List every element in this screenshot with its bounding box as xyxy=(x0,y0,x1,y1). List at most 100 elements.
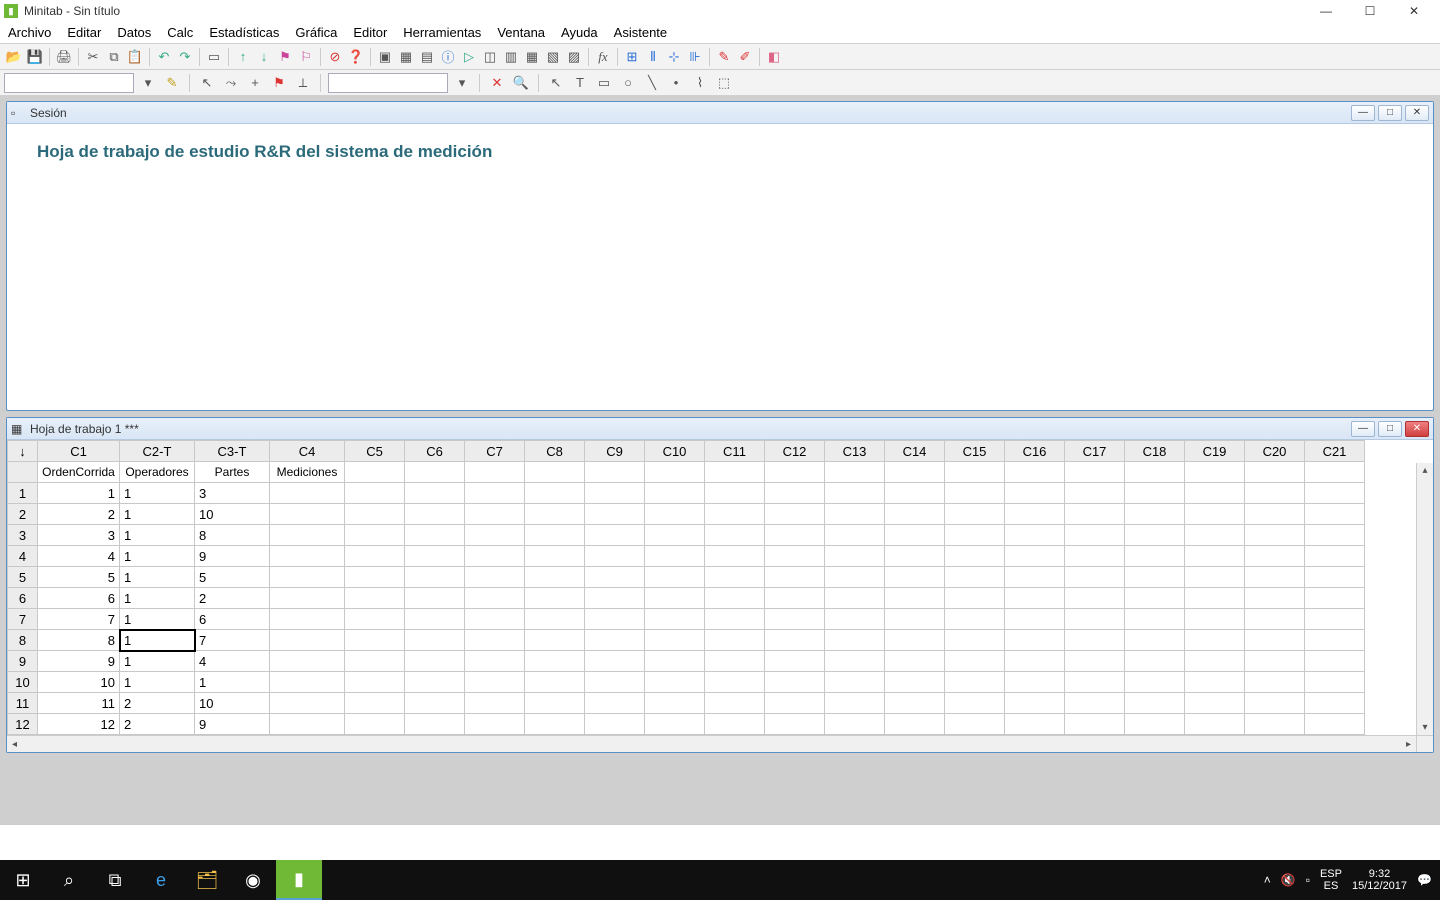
cell[interactable] xyxy=(1185,693,1245,714)
cell[interactable] xyxy=(1005,609,1065,630)
cell[interactable] xyxy=(1305,651,1365,672)
window-minimize-button[interactable]: — xyxy=(1304,0,1348,22)
cell[interactable] xyxy=(825,504,885,525)
cell[interactable] xyxy=(945,567,1005,588)
save-icon[interactable]: 💾 xyxy=(25,47,45,67)
fx-icon[interactable]: fx xyxy=(593,47,613,67)
cell[interactable] xyxy=(465,630,525,651)
cell[interactable] xyxy=(405,504,465,525)
cell[interactable] xyxy=(1185,546,1245,567)
cell[interactable] xyxy=(405,609,465,630)
cell[interactable] xyxy=(705,714,765,735)
cell[interactable] xyxy=(345,714,405,735)
cell[interactable]: 1 xyxy=(120,588,195,609)
row-header[interactable]: 4 xyxy=(8,546,38,567)
cell[interactable] xyxy=(1065,672,1125,693)
cell[interactable] xyxy=(885,483,945,504)
cell[interactable] xyxy=(270,693,345,714)
rect-icon[interactable]: ▭ xyxy=(594,73,614,93)
cell[interactable] xyxy=(525,588,585,609)
cell[interactable] xyxy=(1245,693,1305,714)
cell[interactable] xyxy=(1245,504,1305,525)
cell[interactable] xyxy=(825,525,885,546)
worksheet-close-button[interactable]: ✕ xyxy=(1405,421,1429,437)
layout1-icon[interactable]: ◫ xyxy=(480,47,500,67)
dropdown2-icon[interactable]: ▾ xyxy=(452,73,472,93)
tray-network-icon[interactable]: ▫ xyxy=(1306,873,1310,887)
cell[interactable] xyxy=(270,525,345,546)
cell[interactable] xyxy=(885,588,945,609)
menu-ventana[interactable]: Ventana xyxy=(489,23,553,42)
tray-notifications-icon[interactable]: 💬 xyxy=(1417,873,1432,887)
cell[interactable]: 8 xyxy=(195,525,270,546)
cell[interactable]: 10 xyxy=(38,672,120,693)
cell[interactable] xyxy=(705,525,765,546)
open-icon[interactable]: 📂 xyxy=(4,47,24,67)
cell[interactable] xyxy=(345,693,405,714)
cell[interactable] xyxy=(1185,588,1245,609)
cell[interactable] xyxy=(270,672,345,693)
worksheet-titlebar[interactable]: ▦ Hoja de trabajo 1 *** — □ ✕ xyxy=(7,418,1433,440)
cell[interactable] xyxy=(945,483,1005,504)
cell[interactable] xyxy=(525,693,585,714)
window-session-icon[interactable]: ▣ xyxy=(375,47,395,67)
flag-up-icon[interactable]: ⚑ xyxy=(275,47,295,67)
cell[interactable] xyxy=(270,651,345,672)
cell[interactable] xyxy=(945,693,1005,714)
cell[interactable] xyxy=(1125,504,1185,525)
cell[interactable] xyxy=(1125,672,1185,693)
worksheet-maximize-button[interactable]: □ xyxy=(1378,421,1402,437)
cell[interactable]: 1 xyxy=(120,651,195,672)
window-maximize-button[interactable]: ☐ xyxy=(1348,0,1392,22)
cell[interactable] xyxy=(1245,546,1305,567)
cell[interactable]: 6 xyxy=(195,609,270,630)
cell[interactable] xyxy=(405,630,465,651)
search-icon[interactable]: 🔍 xyxy=(511,73,531,93)
cell[interactable] xyxy=(525,714,585,735)
scroll-left-icon[interactable]: ◂ xyxy=(7,737,22,752)
cell[interactable] xyxy=(1065,651,1125,672)
stats4-icon[interactable]: ⊪ xyxy=(685,47,705,67)
menu-herramientas[interactable]: Herramientas xyxy=(395,23,489,42)
cell[interactable] xyxy=(585,567,645,588)
cell[interactable] xyxy=(645,672,705,693)
info-icon[interactable]: ⓘ xyxy=(438,47,458,67)
scroll-up-icon[interactable]: ▴ xyxy=(1418,463,1433,478)
cell[interactable] xyxy=(1125,525,1185,546)
cell[interactable] xyxy=(525,483,585,504)
cell[interactable] xyxy=(1125,588,1185,609)
cell[interactable] xyxy=(945,609,1005,630)
menu-datos[interactable]: Datos xyxy=(109,23,159,42)
cell[interactable] xyxy=(705,588,765,609)
cell[interactable] xyxy=(405,693,465,714)
corner-cell[interactable]: ↓ xyxy=(8,441,38,462)
column-name-cell[interactable] xyxy=(825,462,885,483)
row-header[interactable]: 6 xyxy=(8,588,38,609)
cell[interactable] xyxy=(1005,546,1065,567)
column-name-cell[interactable]: Operadores xyxy=(120,462,195,483)
cell[interactable] xyxy=(525,504,585,525)
taskview-icon[interactable]: ⧉ xyxy=(92,860,138,900)
cell[interactable] xyxy=(1305,693,1365,714)
cell[interactable] xyxy=(1185,525,1245,546)
cell[interactable] xyxy=(405,714,465,735)
arrow-up-icon[interactable]: ↑ xyxy=(233,47,253,67)
column-header[interactable]: C12 xyxy=(765,441,825,462)
cell[interactable] xyxy=(1005,567,1065,588)
cell[interactable] xyxy=(405,672,465,693)
cell[interactable] xyxy=(645,504,705,525)
menu-archivo[interactable]: Archivo xyxy=(0,23,59,42)
cell[interactable] xyxy=(1125,630,1185,651)
layout2-icon[interactable]: ▥ xyxy=(501,47,521,67)
column-header[interactable]: C1 xyxy=(38,441,120,462)
column-name-cell[interactable] xyxy=(765,462,825,483)
cell[interactable]: 7 xyxy=(195,630,270,651)
print-icon[interactable]: 🖨 xyxy=(54,47,74,67)
cell[interactable] xyxy=(270,714,345,735)
cell[interactable] xyxy=(525,672,585,693)
column-name-cell[interactable] xyxy=(1305,462,1365,483)
column-name-cell[interactable] xyxy=(405,462,465,483)
cell[interactable] xyxy=(1005,672,1065,693)
pointer-icon[interactable]: ↖ xyxy=(197,73,217,93)
cell[interactable] xyxy=(1245,630,1305,651)
